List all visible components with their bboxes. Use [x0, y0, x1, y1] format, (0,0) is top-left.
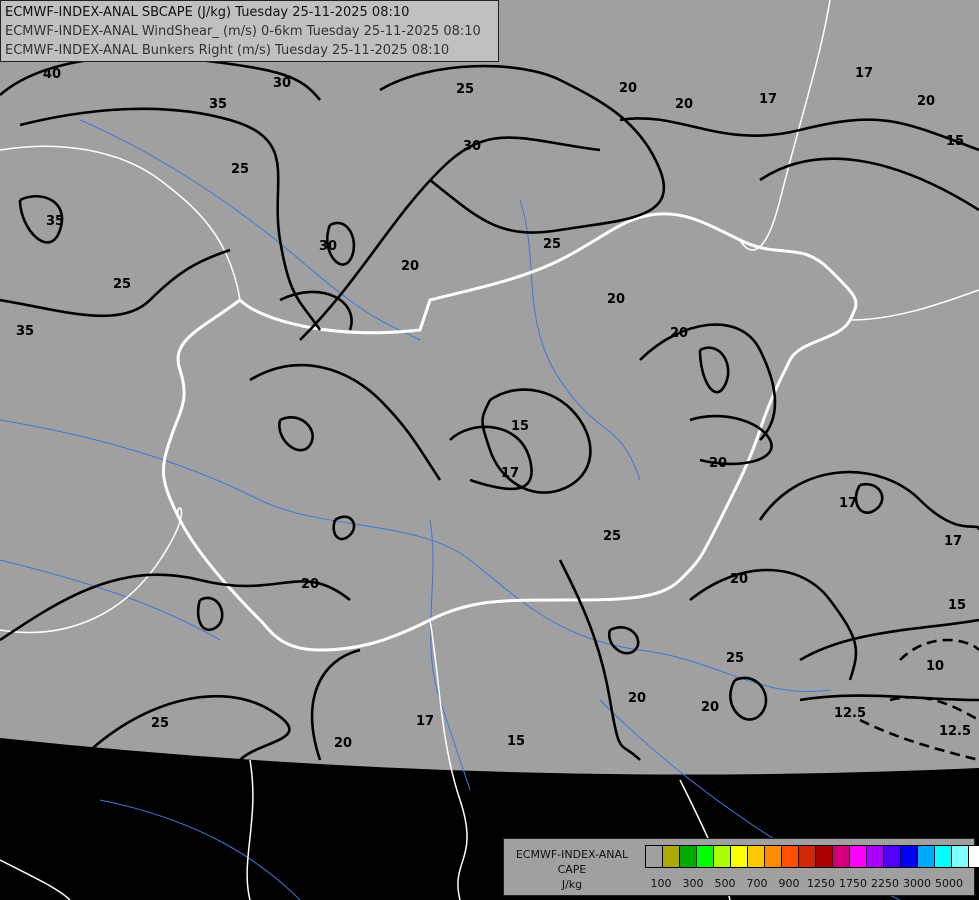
contour-label: 20	[730, 572, 748, 587]
contour-label: 12.5	[939, 724, 971, 739]
legend-field: CAPE	[557, 863, 587, 876]
legend-tick-label: 100	[650, 877, 672, 890]
legend-swatch	[731, 846, 748, 867]
legend-swatch	[884, 846, 901, 867]
contour-label: 20	[670, 326, 688, 341]
contour-label: 25	[231, 162, 249, 177]
contour-label: 25	[151, 716, 169, 731]
contour-label: 30	[319, 239, 337, 254]
contour-label: 15	[946, 134, 964, 149]
legend-swatch	[748, 846, 765, 867]
title-sbcape: ECMWF-INDEX-ANAL SBCAPE (J/kg) Tuesday 2…	[5, 5, 410, 20]
legend-tick-label: 700	[746, 877, 768, 890]
title-bunkers-right: ECMWF-INDEX-ANAL Bunkers Right (m/s) Tue…	[5, 43, 450, 58]
contour-label: 10	[926, 659, 944, 674]
legend-tick-label: 500	[714, 877, 736, 890]
title-windshear: ECMWF-INDEX-ANAL WindShear_ (m/s) 0-6km …	[5, 24, 481, 39]
contour-label: 17	[759, 92, 777, 107]
weather-map: 40 35 30 25 20 20 17 17 20 15 30 25 35 25 30 20 25 20 35 20…	[0, 0, 979, 900]
legend-swatch	[697, 846, 714, 867]
legend-tick-label: 5000	[935, 877, 963, 890]
legend-swatch	[867, 846, 884, 867]
legend-unit: J/kg	[561, 878, 583, 891]
contour-label: 17	[416, 714, 434, 729]
legend-tick-label: 3000	[903, 877, 931, 890]
contour-label: 20	[917, 94, 935, 109]
map-title-box: ECMWF-INDEX-ANAL SBCAPE (J/kg) Tuesday 2…	[0, 0, 499, 62]
contour-label: 35	[46, 214, 64, 229]
contour-label: 20	[334, 736, 352, 751]
contour-label: 17	[839, 496, 857, 511]
legend-swatch	[799, 846, 816, 867]
legend-swatch	[646, 846, 663, 867]
legend-swatch	[663, 846, 680, 867]
contour-label: 35	[16, 324, 34, 339]
legend-swatch	[782, 846, 799, 867]
contour-label: 30	[463, 139, 481, 154]
legend-title: ECMWF-INDEX-ANAL CAPE J/kg	[508, 847, 636, 892]
contour-label: 20	[628, 691, 646, 706]
contour-label: 30	[273, 76, 291, 91]
contour-label: 20	[619, 81, 637, 96]
contour-label: 17	[944, 534, 962, 549]
legend-ticks: 100 300 500 700 900 1250 1750 2250 3000 5000	[645, 877, 975, 893]
contour-label: 20	[675, 97, 693, 112]
legend-swatch	[918, 846, 935, 867]
contour-label: 17	[855, 66, 873, 81]
legend-tick-label: 300	[682, 877, 704, 890]
legend-model: ECMWF-INDEX-ANAL	[515, 848, 629, 861]
legend-swatch	[833, 846, 850, 867]
map-domain	[0, 0, 979, 775]
contour-label: 20	[401, 259, 419, 274]
contour-label: 25	[543, 237, 561, 252]
contour-label: 25	[456, 82, 474, 97]
legend-tick-label: 2250	[871, 877, 899, 890]
legend-swatch	[969, 846, 979, 867]
legend-tick-label: 1250	[807, 877, 835, 890]
contour-label: 20	[607, 292, 625, 307]
legend-swatch	[901, 846, 918, 867]
contour-label: 17	[501, 466, 519, 481]
legend-swatch	[935, 846, 952, 867]
legend-swatch	[714, 846, 731, 867]
contour-label: 20	[709, 456, 727, 471]
contour-label: 12.5	[834, 706, 866, 721]
legend-tick-label: 1750	[839, 877, 867, 890]
legend-color-bar	[645, 845, 979, 868]
legend-swatch	[952, 846, 969, 867]
contour-label: 20	[301, 577, 319, 592]
cape-legend: ECMWF-INDEX-ANAL CAPE J/kg 100 300 500 700 9…	[503, 838, 979, 896]
legend-swatch	[680, 846, 697, 867]
legend-tick-label: 900	[778, 877, 800, 890]
contour-label: 25	[113, 277, 131, 292]
contour-label: 15	[948, 598, 966, 613]
contour-label: 25	[726, 651, 744, 666]
legend-swatch	[765, 846, 782, 867]
legend-swatch	[850, 846, 867, 867]
contour-label: 40	[43, 67, 61, 82]
contour-label: 25	[603, 529, 621, 544]
contour-label: 20	[701, 700, 719, 715]
contour-label: 15	[511, 419, 529, 434]
legend-swatch	[816, 846, 833, 867]
contour-label: 15	[507, 734, 525, 749]
contour-label: 35	[209, 97, 227, 112]
